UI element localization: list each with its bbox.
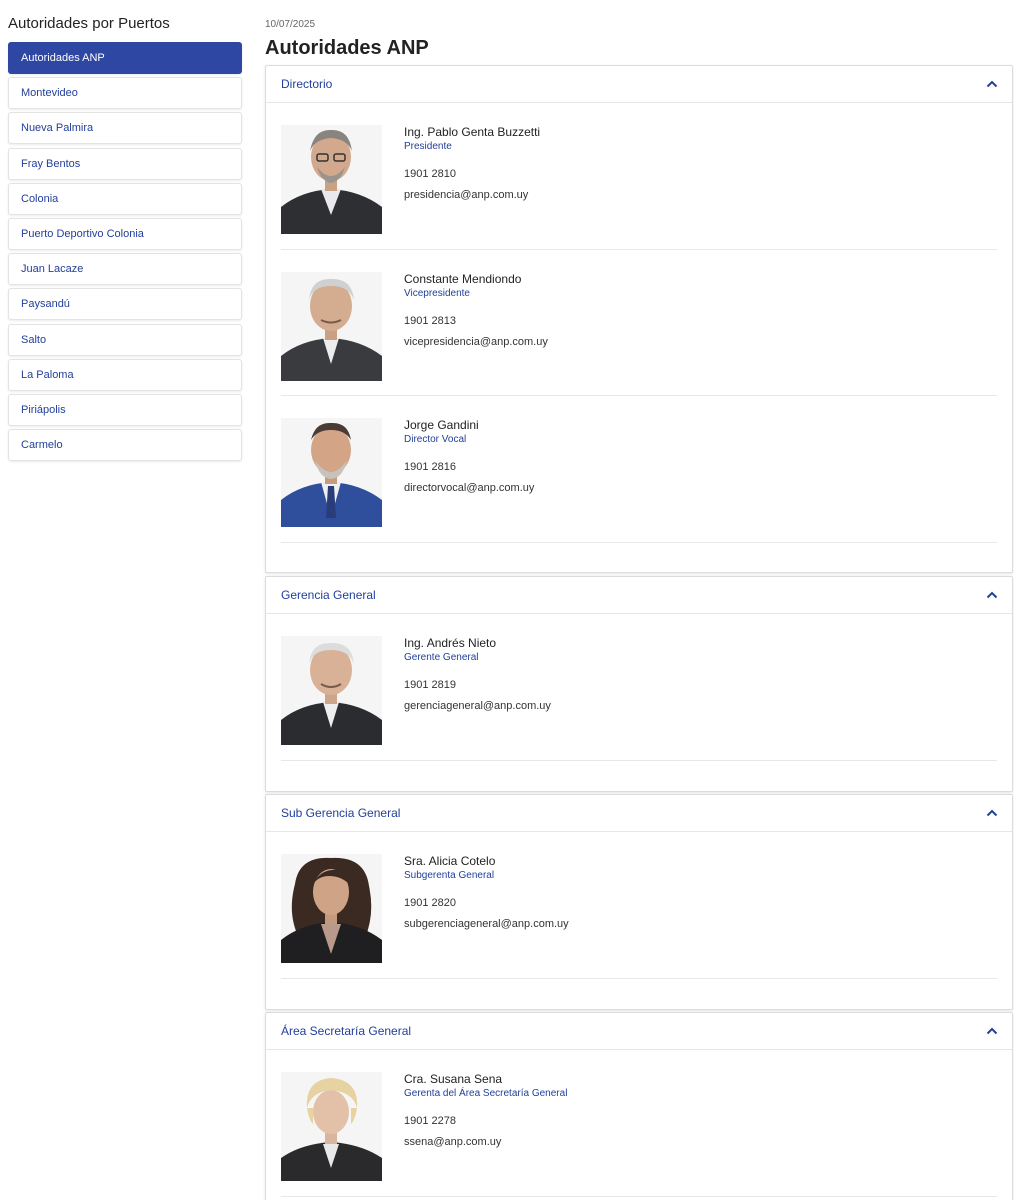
- person-role: Subgerenta General: [404, 870, 495, 881]
- person-card: Ing. Andrés Nieto Gerente General 1901 2…: [281, 614, 997, 761]
- sidebar-item-fray-bentos[interactable]: Fray Bentos: [8, 147, 242, 180]
- section-header[interactable]: Área Secretaría General: [266, 1013, 1012, 1050]
- section-gerencia-general: Gerencia General Ing. Andrés Nieto Geren…: [265, 576, 1013, 792]
- portrait-photo-icon: [281, 271, 382, 381]
- person-role: Gerenta del Área Secretaría General: [404, 1088, 568, 1099]
- person-email[interactable]: ssena@anp.com.uy: [404, 1135, 567, 1149]
- section-body: Sra. Alicia Cotelo Subgerenta General 19…: [266, 832, 1012, 979]
- person-name: Ing. Pablo Genta Buzzetti: [404, 125, 541, 139]
- person-card: Sra. Alicia Cotelo Subgerenta General 19…: [281, 832, 997, 979]
- sidebar-item-carmelo[interactable]: Carmelo: [8, 429, 242, 462]
- chevron-up-icon[interactable]: [986, 78, 998, 90]
- person-info: Jorge Gandini Director Vocal 1901 2816 d…: [404, 418, 534, 495]
- person-card: Cra. Susana Sena Gerenta del Área Secret…: [281, 1050, 997, 1197]
- person-info: Cra. Susana Sena Gerenta del Área Secret…: [404, 1072, 567, 1149]
- sidebar-title: Autoridades por Puertos: [8, 15, 170, 32]
- section-sub-gerencia-general: Sub Gerencia General Sra. Alicia Cotelo …: [265, 794, 1013, 1010]
- portrait-photo-icon: [281, 1072, 382, 1181]
- person-info: Ing. Pablo Genta Buzzetti Presidente 190…: [404, 125, 540, 202]
- person-name: Constante Mendiondo: [404, 271, 522, 286]
- chevron-up-icon[interactable]: [986, 1025, 998, 1037]
- person-name: Sra. Alicia Cotelo: [404, 854, 496, 868]
- person-role: Director Vocal: [404, 434, 467, 445]
- section-title: Directorio: [281, 77, 333, 91]
- person-name: Ing. Andrés Nieto: [404, 636, 497, 650]
- page: Autoridades por Puertos Autoridades ANP …: [0, 0, 1014, 1200]
- person-phone[interactable]: 1901 2819: [404, 678, 551, 692]
- portrait-photo-icon: [281, 418, 382, 527]
- person-card: Ing. Pablo Genta Buzzetti Presidente 190…: [281, 103, 997, 250]
- sidebar: Autoridades por Puertos Autoridades ANP …: [8, 14, 242, 464]
- page-title: Autoridades ANP: [265, 37, 429, 59]
- sidebar-item-nueva-palmira[interactable]: Nueva Palmira: [8, 112, 242, 145]
- person-phone[interactable]: 1901 2816: [404, 460, 534, 474]
- section-header[interactable]: Directorio: [266, 66, 1012, 103]
- person-name: Jorge Gandini: [404, 418, 479, 432]
- person-phone[interactable]: 1901 2278: [404, 1114, 567, 1128]
- chevron-up-icon[interactable]: [986, 807, 998, 819]
- sidebar-item-colonia[interactable]: Colonia: [8, 182, 242, 215]
- sidebar-list: Autoridades ANP Montevideo Nueva Palmira…: [8, 42, 242, 462]
- section-body: Cra. Susana Sena Gerenta del Área Secret…: [266, 1050, 1012, 1197]
- person-info: Constante Mendiondo Vicepresidente 1901 …: [404, 272, 548, 349]
- section-area-secretaria-general: Área Secretaría General Cra. Susana Sena…: [265, 1012, 1013, 1200]
- person-email[interactable]: gerenciageneral@anp.com.uy: [404, 699, 551, 713]
- person-phone[interactable]: 1901 2813: [404, 314, 548, 328]
- section-body: Ing. Andrés Nieto Gerente General 1901 2…: [266, 614, 1012, 761]
- person-email[interactable]: vicepresidencia@anp.com.uy: [404, 335, 548, 349]
- sidebar-item-montevideo[interactable]: Montevideo: [8, 77, 242, 110]
- person-info: Sra. Alicia Cotelo Subgerenta General 19…: [404, 854, 569, 931]
- publish-date: 10/07/2025: [265, 19, 316, 30]
- person-email[interactable]: presidencia@anp.com.uy: [404, 188, 540, 202]
- sidebar-item-paysandu[interactable]: Paysandú: [8, 288, 242, 321]
- portrait-photo-icon: [281, 125, 382, 234]
- person-phone[interactable]: 1901 2820: [404, 896, 569, 910]
- person-role: Gerente General: [404, 652, 479, 663]
- person-email[interactable]: subgerenciageneral@anp.com.uy: [404, 917, 569, 931]
- portrait-photo-icon: [281, 636, 382, 745]
- person-info: Ing. Andrés Nieto Gerente General 1901 2…: [404, 636, 551, 713]
- person-name: Cra. Susana Sena: [404, 1072, 503, 1086]
- person-email[interactable]: directorvocal@anp.com.uy: [404, 481, 534, 495]
- sidebar-item-juan-lacaze[interactable]: Juan Lacaze: [8, 253, 242, 286]
- section-title: Gerencia General: [281, 588, 376, 602]
- chevron-up-icon[interactable]: [986, 589, 998, 601]
- person-card: Constante Mendiondo Vicepresidente 1901 …: [281, 250, 997, 396]
- section-title: Área Secretaría General: [281, 1024, 412, 1038]
- sidebar-item-la-paloma[interactable]: La Paloma: [8, 358, 242, 391]
- sidebar-item-puerto-deportivo-colonia[interactable]: Puerto Deportivo Colonia: [8, 217, 242, 250]
- sidebar-item-salto[interactable]: Salto: [8, 323, 242, 356]
- person-card: Jorge Gandini Director Vocal 1901 2816 d…: [281, 396, 997, 543]
- person-role: Presidente: [404, 141, 452, 152]
- section-title: Sub Gerencia General: [281, 806, 401, 820]
- main-content: 10/07/2025 Autoridades ANP: [265, 18, 1013, 63]
- section-directorio: Directorio Ing. Pablo Genta Buzzetti Pre…: [265, 65, 1013, 573]
- person-role: Vicepresidente: [404, 287, 470, 299]
- person-phone[interactable]: 1901 2810: [404, 167, 540, 181]
- sidebar-item-autoridades-anp[interactable]: Autoridades ANP: [8, 42, 242, 74]
- section-header[interactable]: Sub Gerencia General: [266, 795, 1012, 832]
- sidebar-item-piriapolis[interactable]: Piriápolis: [8, 393, 242, 426]
- section-body: Ing. Pablo Genta Buzzetti Presidente 190…: [266, 103, 1012, 543]
- portrait-photo-icon: [281, 854, 382, 963]
- section-header[interactable]: Gerencia General: [266, 577, 1012, 614]
